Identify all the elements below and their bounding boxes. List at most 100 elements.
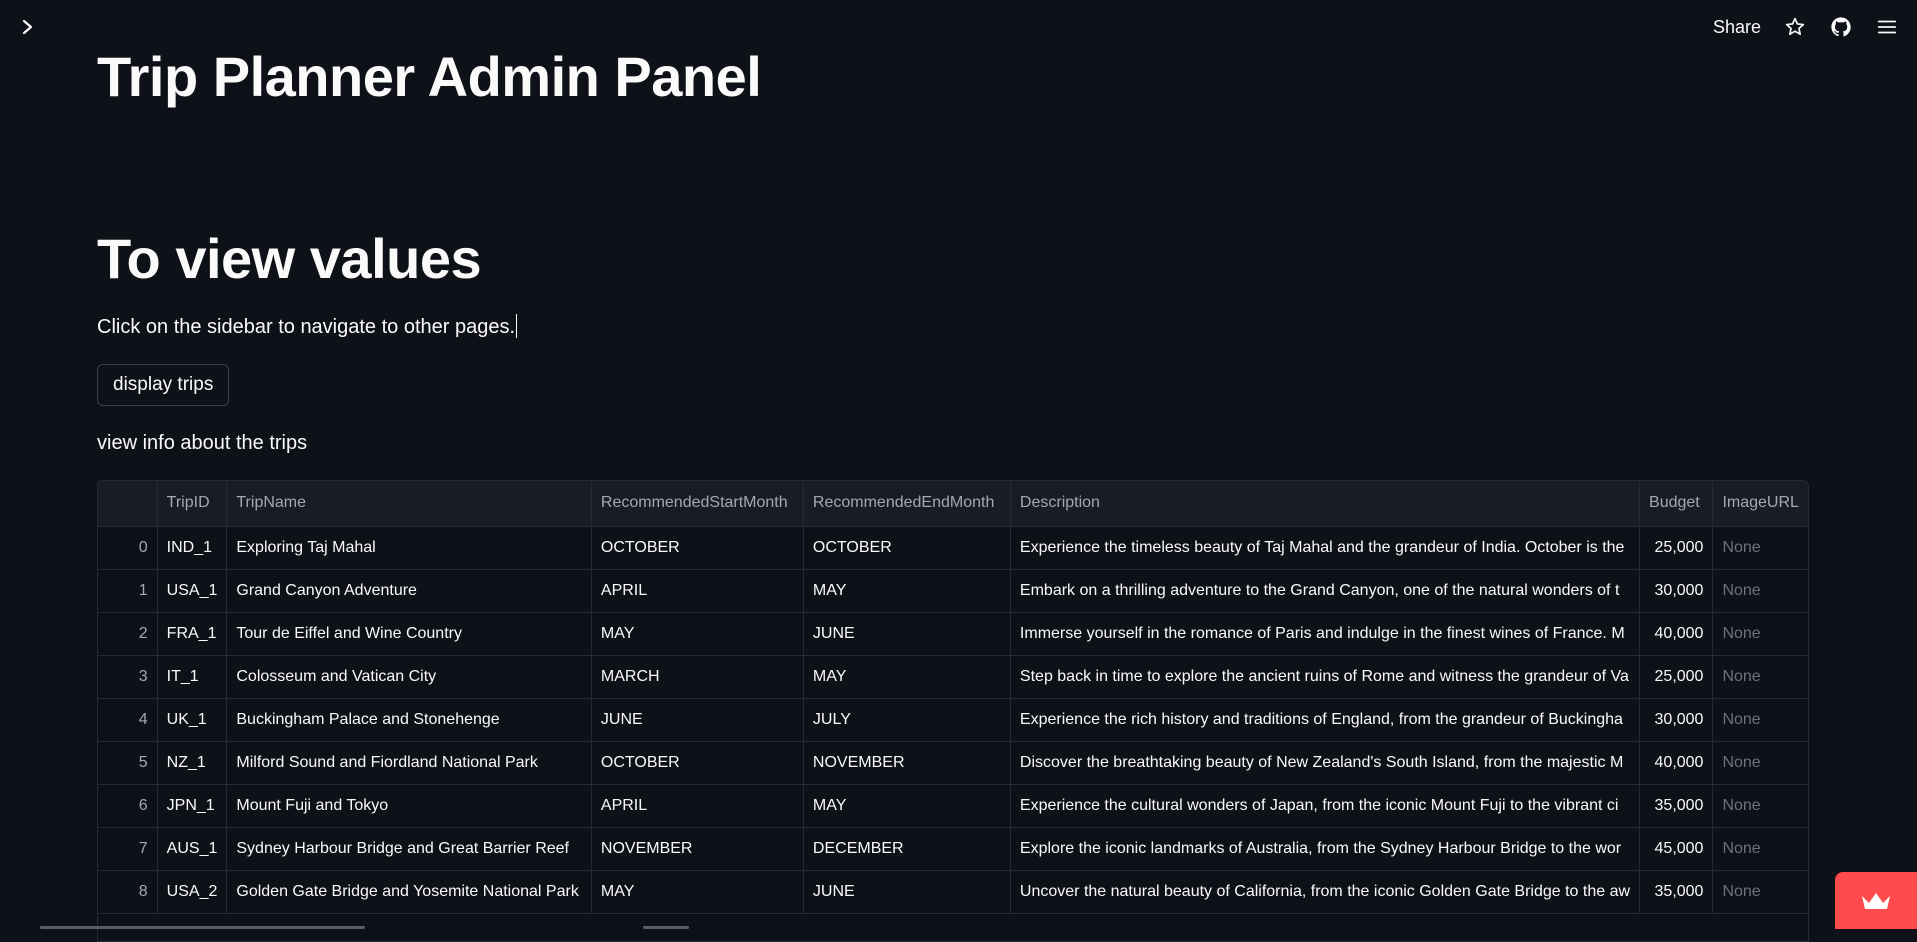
table-cell-description[interactable]: Uncover the natural beauty of California… — [1010, 870, 1641, 914]
table-cell-recommendedendmonth[interactable]: NOVEMBER — [803, 741, 1011, 785]
table-cell-tripname[interactable]: Milford Sound and Fiordland National Par… — [226, 741, 592, 785]
table-cell-budget[interactable]: 35,000 — [1639, 784, 1714, 828]
table-cell-recommendedendmonth[interactable]: OCTOBER — [803, 526, 1011, 570]
table-row[interactable]: 6 JPN_1 Mount Fuji and Tokyo APRIL MAY Experi… — [98, 784, 1808, 828]
table-cell-description[interactable]: Experience the rich history and traditio… — [1010, 698, 1641, 742]
table-cell-recommendedstartmonth[interactable]: APRIL — [591, 784, 804, 828]
column-header-recommendedendmonth[interactable]: RecommendedEndMonth — [803, 481, 1011, 527]
table-cell-tripid[interactable]: IND_1 — [157, 526, 228, 570]
table-cell-tripname[interactable]: Tour de Eiffel and Wine Country — [226, 612, 592, 656]
table-cell-budget[interactable]: 30,000 — [1639, 698, 1714, 742]
trips-dataframe[interactable]: TripID TripName RecommendedStartMonth Recom… — [97, 480, 1809, 942]
table-cell-tripid[interactable]: JPN_1 — [157, 784, 228, 828]
table-cell-tripid[interactable]: IT_1 — [157, 655, 228, 699]
row-index-cell[interactable]: 4 — [98, 698, 158, 742]
table-cell-tripid[interactable]: USA_2 — [157, 870, 228, 914]
column-header-tripid[interactable]: TripID — [157, 481, 228, 527]
table-cell-tripname[interactable]: Grand Canyon Adventure — [226, 569, 592, 613]
table-row[interactable]: 8 USA_2 Golden Gate Bridge and Yosemite Na… — [98, 870, 1808, 914]
star-icon — [1785, 17, 1805, 36]
hamburger-menu-icon — [1877, 20, 1897, 34]
table-cell-tripname[interactable]: Buckingham Palace and Stonehenge — [226, 698, 592, 742]
table-cell-imageurl[interactable]: None — [1712, 569, 1808, 613]
table-cell-imageurl[interactable]: None — [1712, 612, 1808, 656]
table-cell-budget[interactable]: 35,000 — [1639, 870, 1714, 914]
table-cell-tripid[interactable]: AUS_1 — [157, 827, 228, 871]
column-header-index[interactable] — [98, 481, 158, 527]
table-cell-budget[interactable]: 25,000 — [1639, 526, 1714, 570]
table-row[interactable]: 4 UK_1 Buckingham Palace and Stonehenge JUN… — [98, 698, 1808, 742]
table-cell-imageurl[interactable]: None — [1712, 655, 1808, 699]
row-index-cell[interactable]: 1 — [98, 569, 158, 613]
share-button[interactable]: Share — [1713, 17, 1761, 38]
table-cell-imageurl[interactable]: None — [1712, 741, 1808, 785]
table-cell-description[interactable]: Experience the cultural wonders of Japan… — [1010, 784, 1641, 828]
table-cell-description[interactable]: Embark on a thrilling adventure to the G… — [1010, 569, 1641, 613]
table-cell-tripname[interactable]: Mount Fuji and Tokyo — [226, 784, 592, 828]
table-cell-budget[interactable]: 25,000 — [1639, 655, 1714, 699]
table-cell-description[interactable]: Immerse yourself in the romance of Paris… — [1010, 612, 1641, 656]
star-button[interactable] — [1783, 15, 1807, 39]
table-row[interactable]: 2 FRA_1 Tour de Eiffel and Wine Country MAY… — [98, 612, 1808, 656]
column-header-budget[interactable]: Budget — [1639, 481, 1714, 527]
table-cell-recommendedstartmonth[interactable]: OCTOBER — [591, 741, 804, 785]
table-cell-imageurl[interactable]: None — [1712, 827, 1808, 871]
table-cell-recommendedstartmonth[interactable]: MAY — [591, 612, 804, 656]
table-cell-tripid[interactable]: USA_1 — [157, 569, 228, 613]
table-header-row: TripID TripName RecommendedStartMonth Recom… — [98, 481, 1808, 527]
table-cell-imageurl[interactable]: None — [1712, 698, 1808, 742]
table-cell-budget[interactable]: 40,000 — [1639, 741, 1714, 785]
table-row[interactable]: 3 IT_1 Colosseum and Vatican City MARCH MAY S… — [98, 655, 1808, 699]
column-header-recommendedstartmonth[interactable]: RecommendedStartMonth — [591, 481, 804, 527]
table-cell-tripid[interactable]: UK_1 — [157, 698, 228, 742]
streamlit-badge[interactable] — [1835, 872, 1917, 929]
table-cell-recommendedstartmonth[interactable]: APRIL — [591, 569, 804, 613]
table-cell-recommendedstartmonth[interactable]: OCTOBER — [591, 526, 804, 570]
table-cell-imageurl[interactable]: None — [1712, 526, 1808, 570]
table-row[interactable]: 0 IND_1 Exploring Taj Mahal OCTOBER OCTOBER E… — [98, 526, 1808, 570]
table-cell-tripname[interactable]: Colosseum and Vatican City — [226, 655, 592, 699]
table-cell-tripname[interactable]: Exploring Taj Mahal — [226, 526, 592, 570]
table-cell-tripid[interactable]: FRA_1 — [157, 612, 228, 656]
table-row[interactable]: 1 USA_1 Grand Canyon Adventure APRIL MAY Emba… — [98, 569, 1808, 613]
row-index-cell[interactable]: 8 — [98, 870, 158, 914]
table-cell-description[interactable]: Explore the iconic landmarks of Australi… — [1010, 827, 1641, 871]
table-row[interactable]: 7 AUS_1 Sydney Harbour Bridge and Great Ba… — [98, 827, 1808, 871]
table-row[interactable]: 5 NZ_1 Milford Sound and Fiordland Nationa… — [98, 741, 1808, 785]
row-index-cell[interactable]: 2 — [98, 612, 158, 656]
row-index-cell[interactable]: 5 — [98, 741, 158, 785]
table-cell-budget[interactable]: 40,000 — [1639, 612, 1714, 656]
main-menu-button[interactable] — [1875, 15, 1899, 39]
github-button[interactable] — [1829, 15, 1853, 39]
table-cell-recommendedstartmonth[interactable]: JUNE — [591, 698, 804, 742]
table-cell-recommendedstartmonth[interactable]: NOVEMBER — [591, 827, 804, 871]
table-cell-tripid[interactable]: NZ_1 — [157, 741, 228, 785]
table-cell-tripname[interactable]: Sydney Harbour Bridge and Great Barrier … — [226, 827, 592, 871]
table-cell-recommendedendmonth[interactable]: JUNE — [803, 612, 1011, 656]
table-cell-recommendedendmonth[interactable]: JUNE — [803, 870, 1011, 914]
table-cell-imageurl[interactable]: None — [1712, 784, 1808, 828]
row-index-cell[interactable]: 7 — [98, 827, 158, 871]
table-cell-budget[interactable]: 45,000 — [1639, 827, 1714, 871]
table-cell-recommendedendmonth[interactable]: MAY — [803, 569, 1011, 613]
row-index-cell[interactable]: 6 — [98, 784, 158, 828]
table-cell-tripname[interactable]: Golden Gate Bridge and Yosemite National… — [226, 870, 592, 914]
table-cell-description[interactable]: Experience the timeless beauty of Taj Ma… — [1010, 526, 1641, 570]
column-header-imageurl[interactable]: ImageURL — [1712, 481, 1808, 527]
table-cell-recommendedendmonth[interactable]: JULY — [803, 698, 1011, 742]
table-cell-imageurl[interactable]: None — [1712, 870, 1808, 914]
table-cell-recommendedendmonth[interactable]: MAY — [803, 784, 1011, 828]
table-cell-recommendedstartmonth[interactable]: MARCH — [591, 655, 804, 699]
table-cell-budget[interactable]: 30,000 — [1639, 569, 1714, 613]
sidebar-toggle-button[interactable] — [18, 15, 38, 39]
table-cell-recommendedstartmonth[interactable]: MAY — [591, 870, 804, 914]
table-cell-recommendedendmonth[interactable]: DECEMBER — [803, 827, 1011, 871]
display-trips-button[interactable]: display trips — [97, 364, 230, 406]
column-header-description[interactable]: Description — [1010, 481, 1641, 527]
column-header-tripname[interactable]: TripName — [226, 481, 592, 527]
row-index-cell[interactable]: 0 — [98, 526, 158, 570]
table-cell-description[interactable]: Discover the breathtaking beauty of New … — [1010, 741, 1641, 785]
table-cell-description[interactable]: Step back in time to explore the ancient… — [1010, 655, 1641, 699]
table-cell-recommendedendmonth[interactable]: MAY — [803, 655, 1011, 699]
row-index-cell[interactable]: 3 — [98, 655, 158, 699]
